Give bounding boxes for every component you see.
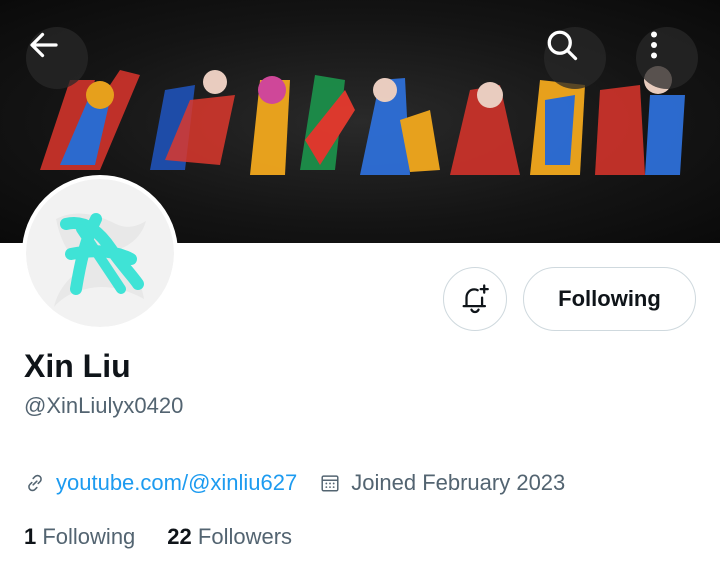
back-button[interactable] (26, 27, 88, 89)
arrow-left-icon (30, 32, 58, 58)
notifications-button[interactable] (443, 267, 507, 331)
avatar[interactable] (22, 175, 178, 331)
search-button[interactable] (544, 27, 606, 89)
profile-handle: @XinLiulyx0420 (24, 393, 184, 418)
calendar-icon (319, 472, 341, 494)
following-button[interactable]: Following (523, 267, 696, 331)
search-icon (547, 30, 578, 61)
link-icon (24, 472, 46, 494)
bell-plus-icon (462, 284, 489, 314)
profile-name: Xin Liu (24, 348, 131, 384)
following-stat[interactable]: 1 Following (24, 524, 135, 550)
follow-stats: 1 Following 22 Followers (24, 524, 324, 550)
profile-meta: youtube.com/@xinliu627 Joined February 2… (24, 468, 565, 498)
followers-label: Followers (197, 524, 293, 549)
avatar-logo (54, 213, 146, 307)
followers-count: 22 (167, 524, 198, 549)
more-vertical-icon (651, 31, 657, 59)
joined-date: Joined February 2023 (351, 470, 566, 495)
website-link[interactable]: youtube.com/@xinliu627 (56, 470, 297, 496)
following-label: Following (42, 524, 136, 549)
more-options-button[interactable] (636, 27, 698, 89)
following-count: 1 (24, 524, 43, 549)
followers-stat[interactable]: 22 Followers (167, 524, 292, 550)
